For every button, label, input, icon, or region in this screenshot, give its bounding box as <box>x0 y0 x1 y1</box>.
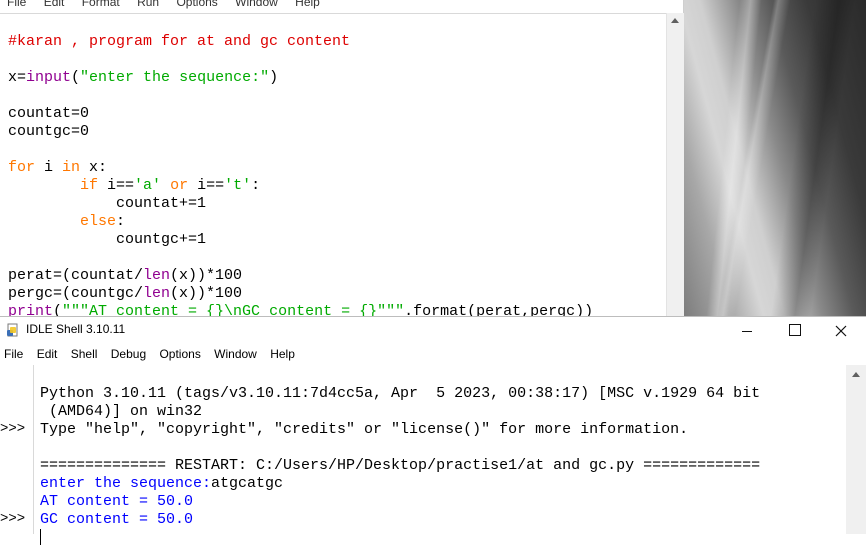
code-line: countat=0 <box>8 105 593 123</box>
shell-menu-edit[interactable]: Edit <box>37 343 58 365</box>
code-line: for i in x: <box>8 159 593 177</box>
editor-menu-format[interactable]: Format <box>82 0 120 10</box>
editor-menu-help[interactable]: Help <box>295 0 320 10</box>
editor-menu-window[interactable]: Window <box>235 0 278 10</box>
output-line: GC content = 50.0 <box>40 511 194 528</box>
shell-menu-debug[interactable]: Debug <box>111 343 146 365</box>
code-text: countat+=1 <box>116 195 207 212</box>
builtin: len <box>143 285 171 302</box>
output-line: AT content = 50.0 <box>40 493 194 510</box>
idle-app-icon <box>7 323 18 337</box>
string: 'a' <box>134 177 162 194</box>
code-line: countgc+=1 <box>8 231 593 249</box>
shell-menu-help[interactable]: Help <box>270 343 295 365</box>
code-text: countgc+=1 <box>116 231 207 248</box>
code-text: pergc=(countgc/ <box>8 285 144 302</box>
banner-line: Type "help", "copyright", "credits" or "… <box>40 421 689 438</box>
shell-prompt: >>> <box>0 421 26 437</box>
editor-menu-options[interactable]: Options <box>176 0 217 10</box>
editor-menu-edit[interactable]: Edit <box>44 0 65 10</box>
maximize-icon <box>789 324 801 337</box>
banner-line: (AMD64)] on win32 <box>40 403 203 420</box>
input-prompt-text: enter the sequence: <box>40 475 212 492</box>
builtin: input <box>26 69 72 86</box>
shell-menu-options[interactable]: Options <box>159 343 200 365</box>
string: "enter the sequence:" <box>80 69 270 86</box>
code-text: x: <box>80 159 108 176</box>
shell-output[interactable]: Python 3.10.11 (tags/v3.10.11:7d4cc5a, A… <box>40 367 760 547</box>
code-line: countat+=1 <box>8 195 593 213</box>
rock-shadow <box>770 0 856 316</box>
string: 't' <box>224 177 252 194</box>
keyword: for <box>8 159 36 176</box>
shell-menubar: File Edit Shell Debug Options Window Hel… <box>0 343 866 365</box>
editor-window: File Edit Format Run Options Window Help… <box>0 0 684 320</box>
code-text: ) <box>269 69 279 86</box>
code-text: x= <box>8 69 27 86</box>
editor-menu-run[interactable]: Run <box>137 0 159 10</box>
scroll-up-arrow-icon[interactable] <box>852 372 860 377</box>
code-text: (x))*100 <box>170 267 243 284</box>
banner-line: Python 3.10.11 (tags/v3.10.11:7d4cc5a, A… <box>40 385 761 402</box>
code-line: else: <box>8 213 593 231</box>
shell-titlebar[interactable]: IDLE Shell 3.10.11 <box>0 317 866 343</box>
code-line: if i=='a' or i=='t': <box>8 177 593 195</box>
shell-window: IDLE Shell 3.10.11 File Edit Shell Debug… <box>0 316 866 546</box>
output-line: enter the sequence:atgcatgc <box>40 475 760 493</box>
maximize-button[interactable] <box>772 317 818 343</box>
code-text: (x))*100 <box>170 285 243 302</box>
input-line <box>40 529 760 547</box>
code-line: #karan , program for at and gc content <box>8 33 593 51</box>
keyword: or <box>161 177 189 194</box>
text-cursor <box>40 529 41 546</box>
keyword: else <box>80 213 117 230</box>
code-editor[interactable]: #karan , program for at and gc content x=… <box>8 15 593 321</box>
code-line: x=input("enter the sequence:") <box>8 69 593 87</box>
code-text: ( <box>71 69 81 86</box>
close-icon <box>835 325 847 337</box>
prompt-sidebar: >>> >>> <box>0 365 33 534</box>
editor-menubar: File Edit Format Run Options Window Help <box>0 0 666 10</box>
code-text: perat=(countat/ <box>8 267 144 284</box>
code-text: i <box>35 159 63 176</box>
shell-menu-file[interactable]: File <box>4 343 23 365</box>
comment: #karan , program for at and gc content <box>8 33 351 50</box>
shell-menu-shell[interactable]: Shell <box>71 343 98 365</box>
code-text: : <box>251 177 261 194</box>
close-button[interactable] <box>818 317 864 343</box>
code-text: countgc=0 <box>8 123 90 140</box>
restart-line: ============== RESTART: C:/Users/HP/Desk… <box>40 457 761 474</box>
builtin: len <box>143 267 171 284</box>
code-text: i== <box>98 177 135 194</box>
shell-menu-window[interactable]: Window <box>214 343 257 365</box>
rock-highlight <box>706 0 762 316</box>
editor-divider <box>0 13 666 14</box>
code-line: perat=(countat/len(x))*100 <box>8 267 593 285</box>
shell-scrollbar[interactable] <box>846 365 866 534</box>
editor-menu-file[interactable]: File <box>7 0 26 10</box>
code-line: countgc=0 <box>8 123 593 141</box>
minimize-button[interactable] <box>724 317 770 343</box>
user-input-text: atgcatgc <box>211 475 284 492</box>
code-text: i== <box>188 177 225 194</box>
scroll-up-arrow-icon[interactable] <box>671 18 679 23</box>
keyword: if <box>80 177 99 194</box>
code-text: countat=0 <box>8 105 90 122</box>
editor-scrollbar[interactable] <box>666 13 684 316</box>
keyword: in <box>62 159 81 176</box>
code-line: pergc=(countgc/len(x))*100 <box>8 285 593 303</box>
prompt-divider <box>33 365 34 534</box>
shell-title: IDLE Shell 3.10.11 <box>26 322 126 336</box>
shell-prompt: >>> <box>0 511 26 527</box>
minimize-icon <box>742 330 752 332</box>
desktop-background <box>683 0 866 316</box>
code-text: : <box>116 213 126 230</box>
